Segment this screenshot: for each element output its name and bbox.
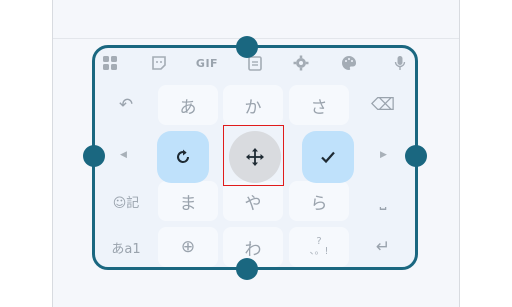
sticker-icon[interactable] (149, 53, 169, 73)
resize-handle-right[interactable] (405, 145, 427, 167)
reset-icon (177, 149, 190, 163)
input-mode-key[interactable]: あa1 (96, 227, 156, 267)
undo-key[interactable]: ↶ (96, 85, 156, 125)
enter-key[interactable]: ↵ (353, 227, 413, 267)
selection-highlight-box (223, 125, 284, 186)
shift-left-arrow-icon[interactable]: ◀ (120, 150, 127, 160)
space-key[interactable]: ⎵ (353, 181, 413, 221)
backspace-key[interactable]: ⌫ (353, 85, 413, 125)
punctuation-key[interactable]: ? 、。! (289, 227, 349, 267)
settings-gear-icon[interactable] (291, 53, 311, 73)
resize-handle-bottom[interactable] (236, 258, 258, 280)
reset-size-button[interactable] (157, 131, 209, 183)
microphone-icon[interactable] (390, 53, 410, 73)
done-button[interactable] (302, 131, 354, 183)
apps-grid-icon[interactable] (100, 53, 120, 73)
key-a[interactable]: あ (158, 85, 218, 125)
key-sa[interactable]: さ (289, 85, 349, 125)
key-ma[interactable]: ま (158, 181, 218, 221)
emoji-kigou-key[interactable]: ☺記 (96, 181, 156, 221)
key-ka[interactable]: か (223, 85, 283, 125)
checkmark-icon (321, 151, 335, 164)
app-bar-divider (53, 38, 459, 39)
key-ra[interactable]: ら (289, 181, 349, 221)
shift-right-arrow-icon[interactable]: ▶ (380, 150, 387, 160)
resize-handle-left[interactable] (83, 145, 105, 167)
globe-key[interactable]: ⊕ (158, 227, 218, 267)
palette-icon[interactable] (339, 53, 359, 73)
gif-icon[interactable]: GIF (193, 53, 221, 73)
key-ya[interactable]: や (223, 181, 283, 221)
resize-handle-top[interactable] (236, 36, 258, 58)
